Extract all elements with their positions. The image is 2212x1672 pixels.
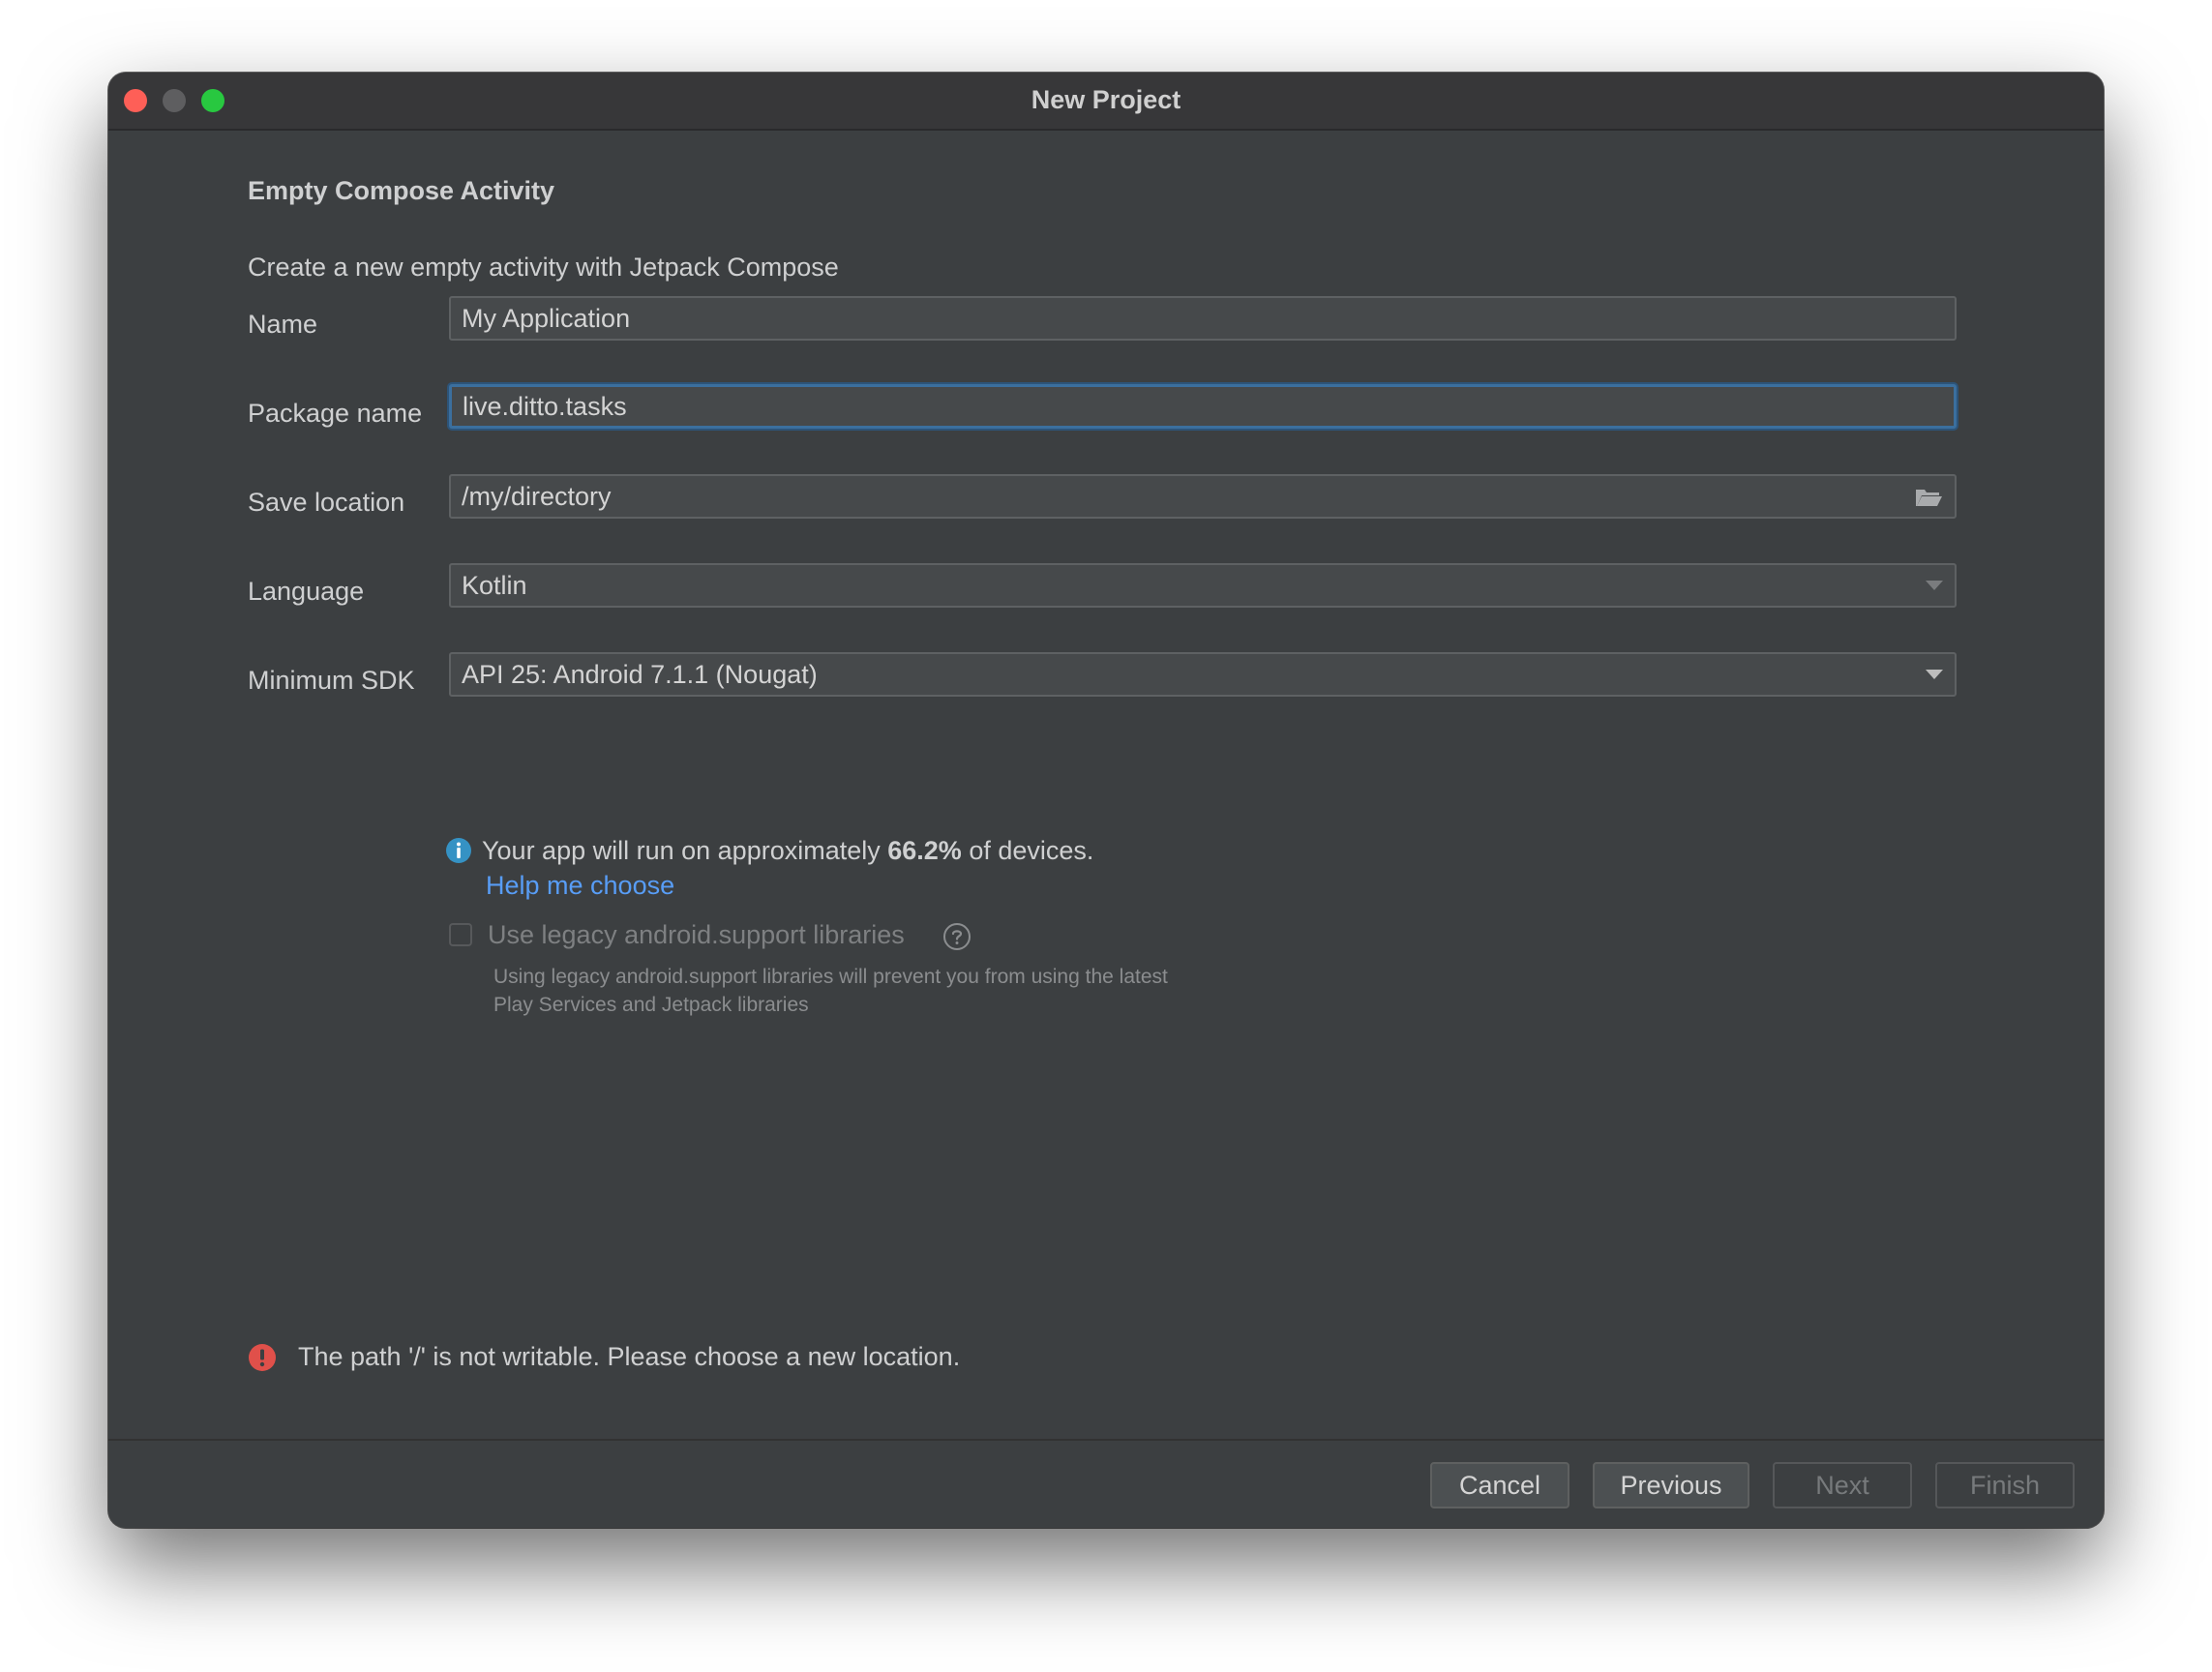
chevron-down-icon [1926, 581, 1943, 590]
info-icon [446, 838, 471, 863]
template-heading: Empty Compose Activity [248, 176, 555, 205]
window-title: New Project [1031, 85, 1181, 114]
save-location-value: /my/directory [462, 482, 612, 511]
save-location-field[interactable]: /my/directory [449, 474, 1957, 519]
name-label: Name [248, 310, 318, 339]
save-location-label: Save location [248, 488, 405, 517]
package-name-field[interactable]: live.ditto.tasks [449, 384, 1957, 429]
device-coverage-text: Your app will run on approximately 66.2%… [482, 836, 1093, 866]
coverage-percentage: 66.2% [887, 836, 962, 865]
coverage-suffix: of devices. [961, 836, 1094, 865]
minimum-sdk-dropdown[interactable]: API 25: Android 7.1.1 (Nougat) [449, 652, 1957, 697]
help-me-choose-link[interactable]: Help me choose [486, 871, 674, 901]
cancel-button[interactable]: Cancel [1430, 1462, 1569, 1508]
footer-divider [108, 1439, 2104, 1441]
language-dropdown[interactable]: Kotlin [449, 563, 1957, 608]
legacy-support-description: Using legacy android.support libraries w… [493, 966, 1168, 1016]
finish-button[interactable]: Finish [1935, 1462, 2075, 1508]
error-message: The path '/' is not writable. Please cho… [298, 1342, 961, 1371]
previous-button[interactable]: Previous [1593, 1462, 1749, 1508]
name-field[interactable]: My Application [449, 296, 1957, 341]
legacy-support-checkbox[interactable] [449, 923, 472, 946]
page: New Project Empty Compose Activity Creat… [0, 0, 2212, 1672]
new-project-dialog: New Project Empty Compose Activity Creat… [108, 73, 2104, 1528]
language-value: Kotlin [462, 571, 527, 600]
minimum-sdk-value: API 25: Android 7.1.1 (Nougat) [462, 660, 818, 689]
minimum-sdk-label: Minimum SDK [248, 666, 415, 695]
error-icon [249, 1344, 276, 1371]
next-button[interactable]: Next [1773, 1462, 1912, 1508]
template-description: Create a new empty activity with Jetpack… [248, 253, 839, 282]
dialog-content: Empty Compose Activity Create a new empt… [108, 131, 2104, 1510]
language-label: Language [248, 577, 365, 606]
legacy-support-label[interactable]: Use legacy android.support libraries [488, 920, 905, 950]
folder-icon[interactable] [1914, 486, 1943, 509]
name-value: My Application [462, 304, 631, 333]
chevron-down-icon [1926, 670, 1943, 679]
coverage-prefix: Your app will run on approximately [482, 836, 888, 865]
package-name-value: live.ditto.tasks [463, 392, 627, 421]
question-icon[interactable] [942, 922, 971, 951]
title-bar: New Project [108, 73, 2104, 131]
package-name-label: Package name [248, 399, 423, 428]
